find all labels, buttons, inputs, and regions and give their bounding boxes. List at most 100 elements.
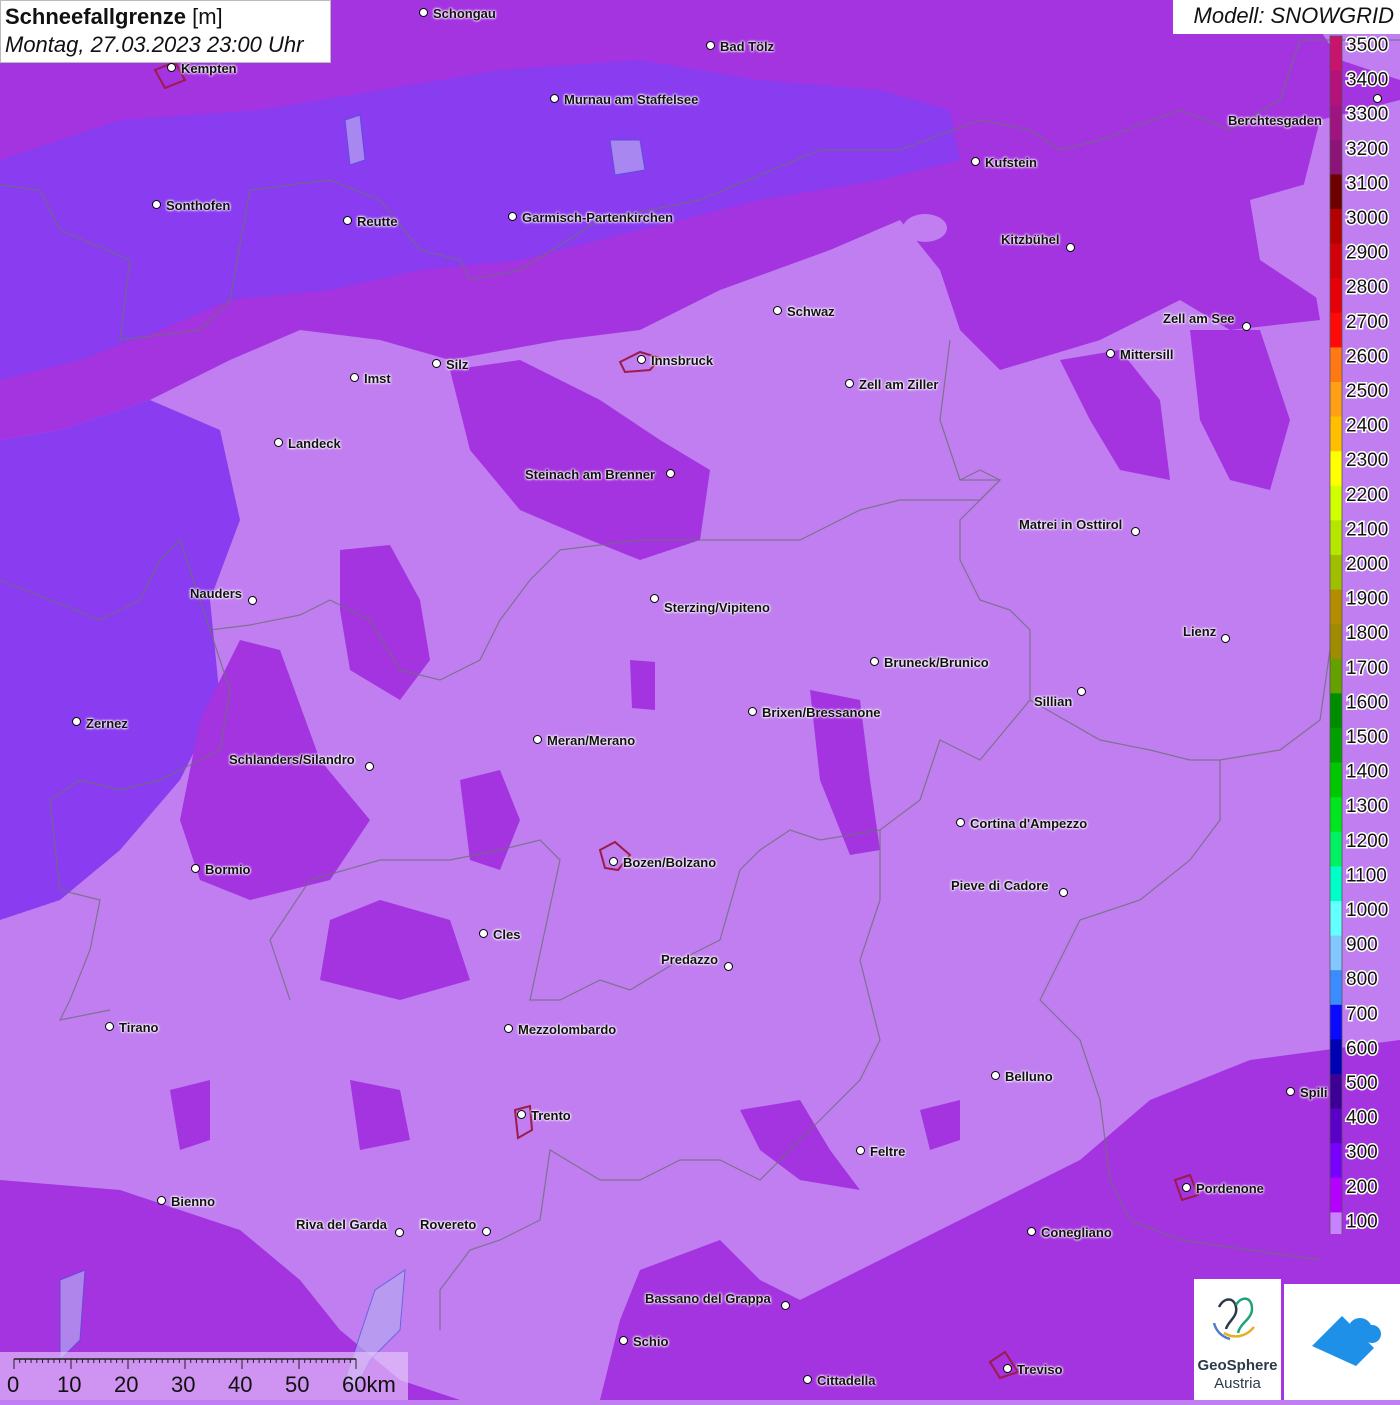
city-marker[interactable]: [152, 200, 161, 209]
city-marker[interactable]: [350, 373, 359, 382]
city-label[interactable]: Sillian: [1034, 695, 1072, 709]
city-label[interactable]: Spili: [1300, 1086, 1327, 1100]
city-marker[interactable]: [619, 1336, 628, 1345]
city-label[interactable]: Bormio: [205, 863, 251, 877]
city-marker[interactable]: [432, 359, 441, 368]
city-label[interactable]: Predazzo: [661, 953, 718, 967]
city-marker[interactable]: [395, 1228, 404, 1237]
city-label[interactable]: Schio: [633, 1335, 668, 1349]
city-marker[interactable]: [609, 857, 618, 866]
city-marker[interactable]: [666, 469, 675, 478]
city-marker[interactable]: [343, 216, 352, 225]
city-label[interactable]: Bad Tölz: [720, 40, 774, 54]
city-label[interactable]: Lienz: [1183, 625, 1216, 639]
city-label[interactable]: Bozen/Bolzano: [623, 856, 716, 870]
city-marker[interactable]: [706, 41, 715, 50]
city-marker[interactable]: [956, 818, 965, 827]
city-label[interactable]: Cortina d'Ampezzo: [970, 817, 1087, 831]
city-marker[interactable]: [773, 306, 782, 315]
city-marker[interactable]: [517, 1110, 526, 1119]
city-label[interactable]: Zell am See: [1163, 312, 1235, 326]
city-label[interactable]: Cittadella: [817, 1374, 876, 1388]
city-marker[interactable]: [637, 355, 646, 364]
city-marker[interactable]: [191, 864, 200, 873]
city-label[interactable]: Landeck: [288, 437, 341, 451]
city-label[interactable]: Sterzing/Vipiteno: [664, 601, 770, 615]
city-marker[interactable]: [1059, 888, 1068, 897]
city-label[interactable]: Matrei in Osttirol: [1019, 518, 1122, 532]
city-label[interactable]: Brixen/Bressanone: [762, 706, 881, 720]
city-marker[interactable]: [1003, 1364, 1012, 1373]
city-marker[interactable]: [748, 707, 757, 716]
city-label[interactable]: Mittersill: [1120, 348, 1173, 362]
city-marker[interactable]: [105, 1022, 114, 1031]
city-label[interactable]: Berchtesgaden: [1228, 114, 1322, 128]
city-marker[interactable]: [1182, 1183, 1191, 1192]
city-label[interactable]: Nauders: [190, 587, 242, 601]
city-label[interactable]: Imst: [364, 372, 391, 386]
city-marker[interactable]: [274, 438, 283, 447]
city-marker[interactable]: [157, 1196, 166, 1205]
city-label[interactable]: Pieve di Cadore: [951, 879, 1049, 893]
city-marker[interactable]: [1242, 322, 1251, 331]
city-marker[interactable]: [1131, 527, 1140, 536]
city-label[interactable]: Belluno: [1005, 1070, 1053, 1084]
city-label[interactable]: Murnau am Staffelsee: [564, 93, 698, 107]
city-label[interactable]: Steinach am Brenner: [525, 468, 655, 482]
city-marker[interactable]: [1286, 1087, 1295, 1096]
city-marker[interactable]: [845, 379, 854, 388]
city-label[interactable]: Garmisch-Partenkirchen: [522, 211, 673, 225]
city-label[interactable]: Zell am Ziller: [859, 378, 938, 392]
weather-app-logo[interactable]: [1284, 1284, 1400, 1400]
city-label[interactable]: Schwaz: [787, 305, 835, 319]
city-marker[interactable]: [803, 1375, 812, 1384]
city-marker[interactable]: [479, 929, 488, 938]
city-label[interactable]: Trento: [531, 1109, 571, 1123]
city-label[interactable]: Bienno: [171, 1195, 215, 1209]
city-label[interactable]: Bassano del Grappa: [645, 1292, 771, 1306]
city-marker[interactable]: [1077, 687, 1086, 696]
city-label[interactable]: Treviso: [1017, 1363, 1063, 1377]
city-marker[interactable]: [1066, 243, 1075, 252]
city-label[interactable]: Schlanders/Silandro: [229, 753, 355, 767]
city-marker[interactable]: [1221, 634, 1230, 643]
city-label[interactable]: Mezzolombardo: [518, 1023, 616, 1037]
city-label[interactable]: Riva del Garda: [296, 1218, 387, 1232]
city-label[interactable]: Zernez: [86, 717, 128, 731]
city-label[interactable]: Pordenone: [1196, 1182, 1264, 1196]
city-marker[interactable]: [1106, 349, 1115, 358]
city-marker[interactable]: [550, 94, 559, 103]
geosphere-logo[interactable]: GeoSphere Austria: [1194, 1279, 1281, 1400]
city-label[interactable]: Innsbruck: [651, 354, 713, 368]
city-label[interactable]: Kufstein: [985, 156, 1037, 170]
city-marker[interactable]: [508, 212, 517, 221]
city-label[interactable]: Meran/Merano: [547, 734, 635, 748]
city-label[interactable]: Feltre: [870, 1145, 905, 1159]
city-label[interactable]: Tirano: [119, 1021, 159, 1035]
city-marker[interactable]: [248, 596, 257, 605]
city-marker[interactable]: [1027, 1227, 1036, 1236]
city-marker[interactable]: [365, 762, 374, 771]
city-marker[interactable]: [724, 962, 733, 971]
city-marker[interactable]: [991, 1071, 1000, 1080]
city-marker[interactable]: [971, 157, 980, 166]
city-marker[interactable]: [72, 717, 81, 726]
city-marker[interactable]: [482, 1227, 491, 1236]
city-label[interactable]: Reutte: [357, 215, 397, 229]
city-label[interactable]: Rovereto: [420, 1218, 476, 1232]
city-label[interactable]: Schongau: [433, 7, 496, 21]
city-label[interactable]: Kitzbühel: [1001, 233, 1060, 247]
city-label[interactable]: Conegliano: [1041, 1226, 1112, 1240]
city-label[interactable]: Cles: [493, 928, 520, 942]
city-label[interactable]: Bruneck/Brunico: [884, 656, 989, 670]
city-marker[interactable]: [650, 594, 659, 603]
city-marker[interactable]: [167, 63, 176, 72]
city-label[interactable]: Sonthofen: [166, 199, 230, 213]
city-label[interactable]: Kempten: [181, 62, 237, 76]
city-marker[interactable]: [533, 735, 542, 744]
city-marker[interactable]: [870, 657, 879, 666]
city-label[interactable]: Silz: [446, 358, 468, 372]
city-marker[interactable]: [856, 1146, 865, 1155]
city-marker[interactable]: [504, 1024, 513, 1033]
city-marker[interactable]: [419, 8, 428, 17]
